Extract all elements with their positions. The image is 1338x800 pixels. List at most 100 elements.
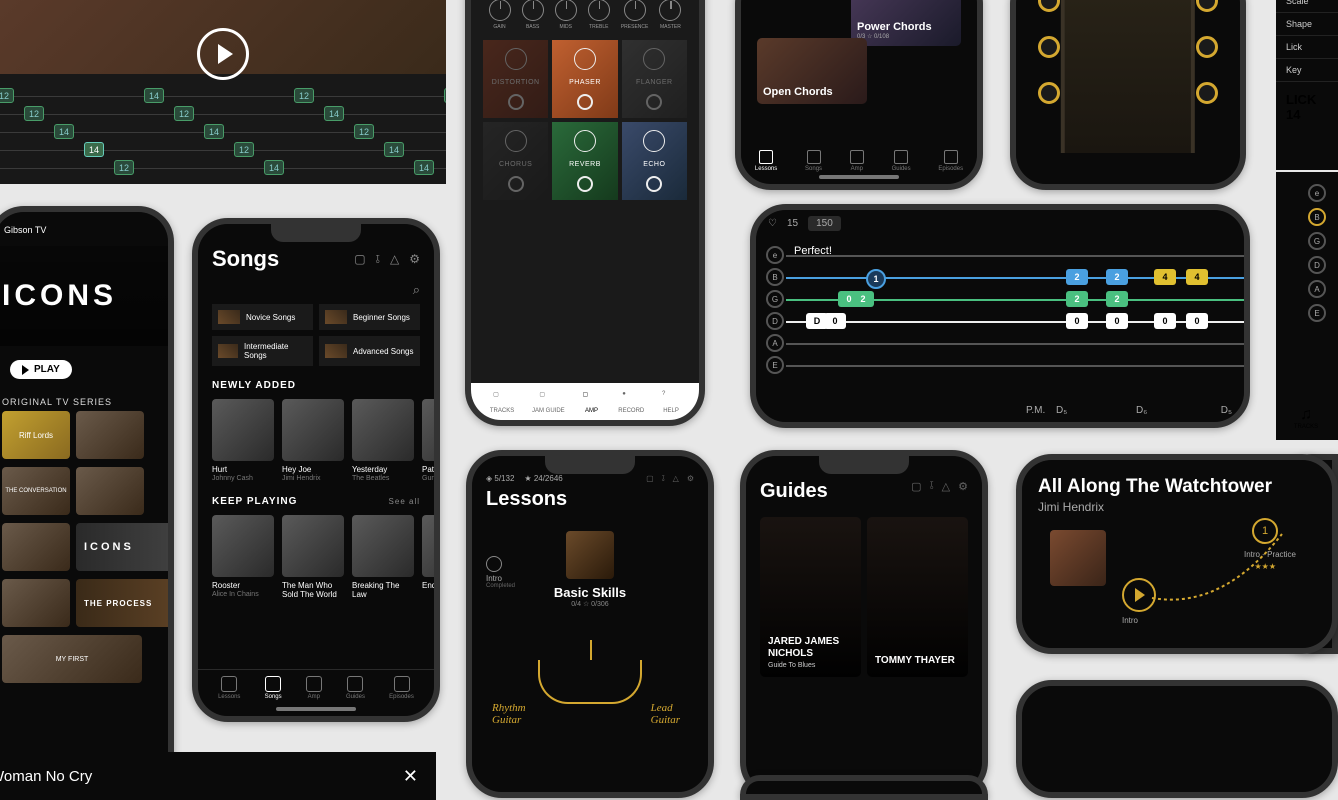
pedal-flanger[interactable]: FLANGER — [622, 40, 687, 118]
gear-icon[interactable]: ⚙ — [409, 252, 420, 267]
guide-card[interactable]: TOMMY THAYER — [867, 517, 968, 677]
lead-guitar-node[interactable]: Lead Guitar — [651, 702, 680, 726]
category-tile[interactable]: Novice Songs — [212, 304, 313, 330]
string-label: B — [766, 268, 784, 286]
menu-item[interactable]: Key — [1276, 59, 1338, 82]
category-tile[interactable]: Intermediate Songs — [212, 336, 313, 366]
song-item[interactable]: HurtJohnny Cash — [212, 399, 274, 482]
tab-episodes[interactable]: Episodes — [389, 676, 414, 700]
tuner-peg[interactable] — [1038, 82, 1060, 104]
knob-bass[interactable]: BASS — [522, 0, 544, 30]
knob-master[interactable]: MASTER — [659, 0, 681, 30]
show-card[interactable] — [2, 523, 70, 571]
tuner-peg[interactable] — [1196, 36, 1218, 58]
tab-lessons[interactable]: Lessons — [218, 676, 240, 700]
knob-mids[interactable]: MIDS — [555, 0, 577, 30]
category-tile[interactable]: Beginner Songs — [319, 304, 420, 330]
lesson-card-open-chords[interactable]: Open Chords — [757, 38, 867, 104]
show-card-icons[interactable]: ICONS — [76, 523, 168, 571]
pedal-echo[interactable]: ECHO — [622, 122, 687, 200]
tab-help[interactable]: ?HELP — [662, 391, 680, 414]
filter-icon[interactable]: ⫱ — [376, 252, 380, 267]
menu-item[interactable]: Scale — [1276, 0, 1338, 13]
song-item[interactable]: RoosterAlice In Chains — [212, 515, 274, 600]
play-button[interactable] — [197, 28, 249, 80]
menu-item[interactable]: Lick — [1276, 36, 1338, 59]
see-all-link[interactable]: See all — [389, 497, 420, 506]
tab-jam-guide[interactable]: ▢JAM GUIDE — [532, 391, 565, 414]
pedal-distortion[interactable]: DISTORTION — [483, 40, 548, 118]
lesson-node[interactable]: 1 — [1252, 518, 1278, 544]
string-label: A — [766, 334, 784, 352]
cast-icon[interactable]: ▢ — [354, 252, 365, 267]
show-card-process[interactable]: THE PROCESS — [76, 579, 168, 627]
menu-item[interactable]: Shape — [1276, 13, 1338, 36]
knob-presence[interactable]: PRESENCE — [621, 0, 649, 30]
lesson-card-power-chords[interactable]: Power Chords 0/3 ☆ 0/108 — [851, 0, 961, 46]
fret-number: 14 — [384, 142, 404, 157]
song-title: All Along The Watchtower — [1038, 476, 1316, 498]
tab-amp[interactable]: Amp — [306, 676, 322, 700]
tab-songs[interactable]: Songs — [805, 150, 822, 172]
tuner-peg[interactable] — [1196, 82, 1218, 104]
hearts-icon: ♡ — [768, 218, 777, 229]
close-icon[interactable]: ✕ — [403, 766, 426, 787]
tab-note: 0 — [1186, 313, 1208, 329]
tuner-peg[interactable] — [1196, 0, 1218, 12]
fret-number: 12 — [444, 88, 446, 103]
tuner-peg[interactable] — [1038, 0, 1060, 12]
pedal-chorus[interactable]: CHORUS — [483, 122, 548, 200]
tracks-tab[interactable]: ♫ TRACKS — [1284, 406, 1328, 430]
filter-icon[interactable]: ⫱ — [930, 480, 934, 493]
triangle-icon[interactable]: △ — [390, 252, 399, 267]
search-icon[interactable]: ⌕ — [413, 282, 420, 297]
show-card-conversation[interactable]: THE CONVERSATION — [2, 467, 70, 515]
triangle-icon[interactable]: △ — [942, 480, 950, 493]
chord-label: D₅ — [1056, 405, 1067, 416]
cast-icon[interactable]: ▢ — [646, 474, 654, 484]
gear-icon[interactable]: ⚙ — [687, 474, 694, 484]
song-item[interactable]: PatieGuns — [422, 399, 434, 482]
practice-phone: ♡ 15 150 Perfect! e B G D A E 102D022220… — [750, 204, 1250, 428]
song-item[interactable]: The Man Who Sold The World — [282, 515, 344, 600]
tab-guides[interactable]: Guides — [892, 150, 911, 172]
pedal-reverb[interactable]: REVERB — [552, 122, 617, 200]
cast-icon[interactable]: ▢ — [911, 480, 921, 493]
rhythm-guitar-node[interactable]: Rhythm Guitar — [492, 702, 526, 726]
tab-amp[interactable]: ▢AMP — [582, 391, 600, 414]
tab-amp[interactable]: Amp — [850, 150, 864, 172]
song-item[interactable]: End C — [422, 515, 434, 600]
pedal-phaser[interactable]: PHASER — [552, 40, 617, 118]
play-button[interactable]: PLAY — [10, 360, 72, 379]
intro-node[interactable]: Intro Completed — [486, 556, 515, 589]
tab-guides[interactable]: Guides — [346, 676, 365, 700]
gear-icon[interactable]: ⚙ — [958, 480, 968, 493]
label-intro: Intro — [1122, 616, 1138, 625]
category-tile[interactable]: Advanced Songs — [319, 336, 420, 366]
tab-episodes[interactable]: Episodes — [938, 150, 963, 172]
tab-record[interactable]: ●RECORD — [618, 391, 644, 414]
song-item[interactable]: YesterdayThe Beatles — [352, 399, 414, 482]
tab-songs[interactable]: Songs — [265, 676, 282, 700]
tab-tracks[interactable]: ▢TRACKS — [490, 391, 514, 414]
show-card[interactable] — [76, 467, 144, 515]
tuner-peg[interactable] — [1038, 36, 1060, 58]
triangle-icon[interactable]: △ — [673, 474, 679, 484]
song-item[interactable]: Hey JoeJimi Hendrix — [282, 399, 344, 482]
tab-lessons[interactable]: Lessons — [755, 150, 777, 172]
show-card[interactable] — [76, 411, 144, 459]
now-playing-bar[interactable]: Woman No Cry ✕ — [0, 752, 436, 800]
show-card-myfirst[interactable]: MY FIRST — [2, 635, 142, 683]
amp-phone: CLEANCRUNCHHEAVYLEAD GAINBASSMIDSTREBLEP… — [465, 0, 705, 426]
knob-treble[interactable]: TREBLE — [588, 0, 610, 30]
featured-show[interactable]: ICONS — [0, 246, 168, 346]
show-card-riff-lords[interactable]: Riff Lords — [2, 411, 70, 459]
tuner-phone — [1010, 0, 1246, 190]
show-card[interactable] — [2, 579, 70, 627]
tab-note: 2 — [1106, 291, 1128, 307]
song-item[interactable]: Breaking The Law — [352, 515, 414, 600]
guide-card[interactable]: JARED JAMES NICHOLSGuide To Blues — [760, 517, 861, 677]
marking: P.M. — [1026, 405, 1045, 416]
knob-gain[interactable]: GAIN — [489, 0, 511, 30]
filter-icon[interactable]: ⫱ — [662, 474, 665, 484]
